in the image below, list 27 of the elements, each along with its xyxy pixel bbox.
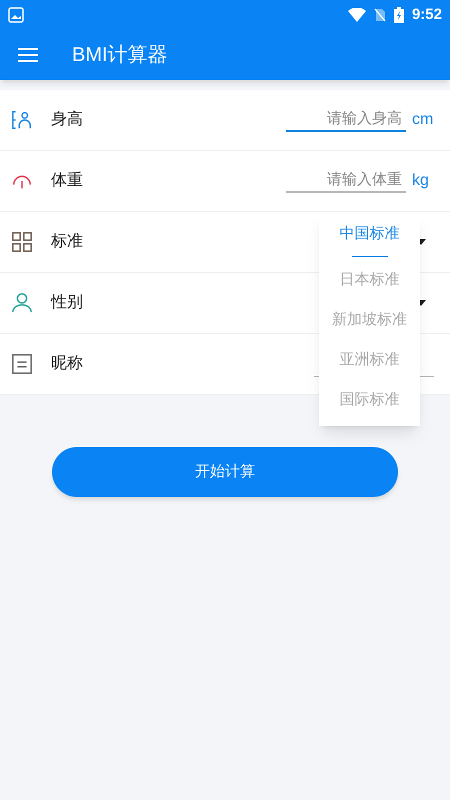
dropdown-option[interactable]: 新加坡标准 xyxy=(319,300,420,340)
dropdown-option[interactable]: 亚洲标准 xyxy=(319,340,420,380)
status-time: 9:52 xyxy=(412,4,442,25)
field-label: 身高 xyxy=(51,110,83,130)
calculate-button[interactable]: 开始计算 xyxy=(52,447,398,497)
note-icon xyxy=(11,353,33,375)
field-label: 昵称 xyxy=(51,354,83,374)
app-title: BMI计算器 xyxy=(72,43,168,68)
wifi-icon xyxy=(348,8,366,22)
field-label: 标准 xyxy=(51,232,83,252)
person-icon xyxy=(11,292,33,314)
field-label: 性别 xyxy=(51,293,83,313)
field-label: 体重 xyxy=(51,170,83,191)
menu-icon xyxy=(18,47,38,63)
image-icon xyxy=(8,7,24,23)
no-sim-icon xyxy=(374,8,386,22)
input-field[interactable]: 请输入身高 xyxy=(286,108,406,132)
input-field[interactable]: 请输入体重 xyxy=(286,168,406,194)
grid-icon xyxy=(11,231,33,253)
person-measure-icon xyxy=(11,109,33,131)
unit-label: kg xyxy=(412,171,430,191)
dropdown-option[interactable]: 国际标准 xyxy=(319,380,420,420)
dropdown-option[interactable]: 日本标准 xyxy=(319,260,420,300)
battery-charging-icon xyxy=(394,7,404,23)
unit-label: cm xyxy=(412,110,434,130)
dropdown-option[interactable]: 中国标准 xyxy=(319,220,420,260)
menu-button[interactable] xyxy=(18,45,38,65)
